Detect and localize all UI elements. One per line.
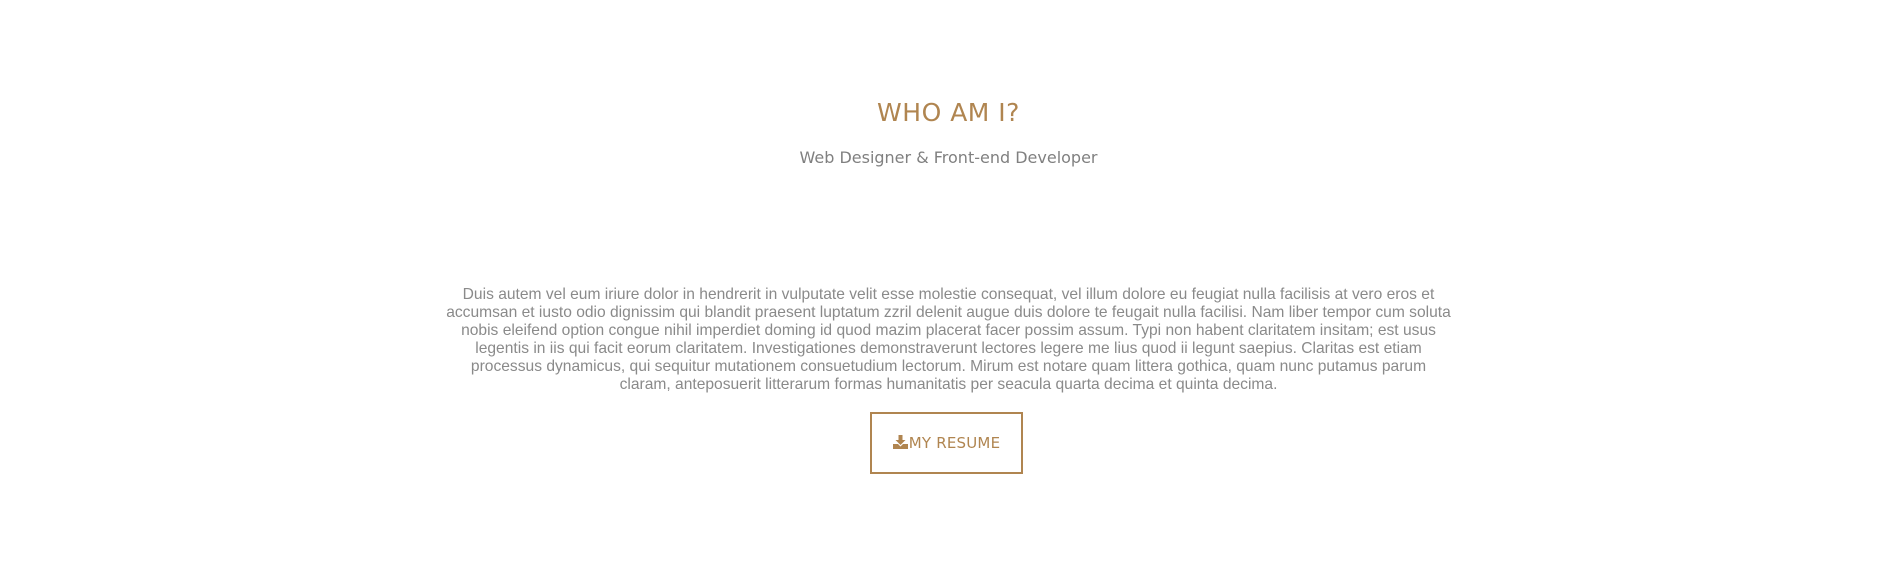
resume-button-label: MY RESUME: [908, 434, 1001, 452]
resume-button[interactable]: MY RESUME: [870, 412, 1023, 474]
section-subtitle: Web Designer & Front-end Developer: [799, 148, 1098, 167]
about-section: WHO AM I? Web Designer & Front-end Devel…: [0, 0, 1897, 575]
download-icon: [892, 435, 908, 449]
bio-paragraph: Duis autem vel eum iriure dolor in hendr…: [446, 286, 1451, 393]
section-title: WHO AM I?: [877, 98, 1020, 127]
